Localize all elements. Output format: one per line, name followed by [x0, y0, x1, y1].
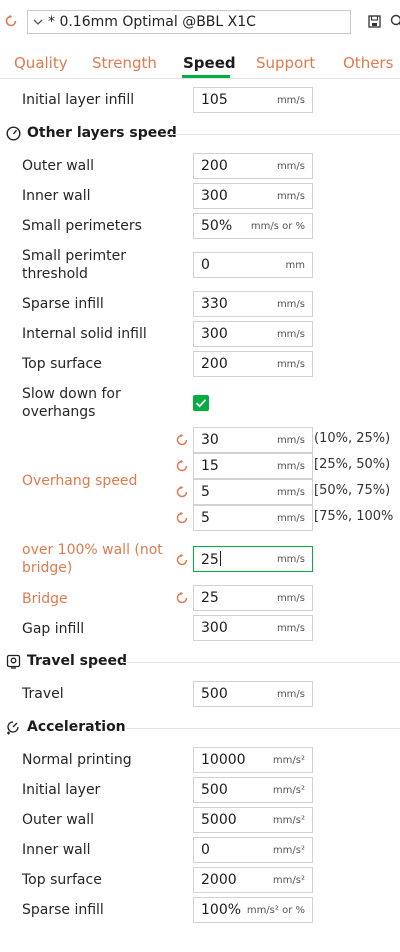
outer-wall-accel-label: Outer wall — [22, 812, 95, 828]
travel-speed-label: Travel — [22, 686, 64, 702]
normal-printing-accel-label: Normal printing — [22, 752, 132, 768]
internal-solid-infill-input[interactable]: 300 mm/s — [193, 321, 313, 347]
sparse-infill-speed-input[interactable]: 330 mm/s — [193, 291, 313, 317]
section-divider — [168, 134, 400, 135]
small-perimeter-threshold-label: Small perimter threshold — [22, 248, 126, 282]
outer-wall-accel-input[interactable]: 5000 mm/s² — [193, 807, 313, 833]
overhang-speed-3-input[interactable]: 5 mm/s — [193, 479, 313, 505]
inner-wall-speed-input[interactable]: 300 mm/s — [193, 183, 313, 209]
small-perimeter-threshold-input[interactable]: 0 mm — [193, 252, 313, 278]
small-perimeters-input[interactable]: 50% mm/s or % — [193, 213, 313, 239]
inner-wall-speed-label: Inner wall — [22, 188, 91, 204]
over-100-wall-input[interactable]: 25 mm/s — [193, 546, 313, 572]
gap-infill-input[interactable]: 300 mm/s — [193, 615, 313, 641]
section-divider — [126, 728, 400, 729]
normal-printing-accel-input[interactable]: 10000 mm/s² — [193, 747, 313, 773]
overhang-speed-1-input[interactable]: 30 mm/s — [193, 427, 313, 453]
gap-infill-label: Gap infill — [22, 621, 85, 637]
save-icon[interactable] — [368, 15, 381, 28]
initial-layer-accel-label: Initial layer — [22, 782, 101, 798]
reset-icon[interactable] — [175, 553, 189, 567]
overhang-range-1: (10%, 25%) — [314, 431, 391, 446]
tab-support[interactable]: Support — [256, 54, 315, 72]
slow-down-overhangs-checkbox[interactable] — [193, 395, 209, 411]
over-100-wall-label: over 100% wall (not bridge) — [22, 542, 163, 576]
outer-wall-speed-input[interactable]: 200 mm/s — [193, 153, 313, 179]
preset-bar: * 0.16mm Optimal @BBL X1C — [0, 0, 400, 46]
slow-down-overhangs-label: Slow down for overhangs — [22, 386, 121, 420]
bridge-speed-input[interactable]: 25 mm/s — [193, 585, 313, 611]
chevron-down-icon — [33, 19, 43, 25]
sparse-infill-accel-label: Sparse infill — [22, 902, 104, 918]
checkmark-icon — [195, 399, 207, 408]
small-perimeters-label: Small perimeters — [22, 218, 142, 234]
tab-quality[interactable]: Quality — [14, 54, 68, 72]
outer-wall-speed-label: Outer wall — [22, 158, 95, 174]
top-surface-speed-input[interactable]: 200 mm/s — [193, 351, 313, 377]
top-surface-accel-input[interactable]: 2000 mm/s² — [193, 867, 313, 893]
travel-icon — [6, 654, 21, 669]
tab-divider — [0, 78, 400, 79]
overhang-speed-2-input[interactable]: 15 mm/s — [193, 453, 313, 479]
internal-solid-infill-label: Internal solid infill — [22, 326, 147, 342]
acceleration-icon — [7, 721, 19, 735]
reset-icon[interactable] — [175, 459, 189, 473]
reset-icon[interactable] — [175, 511, 189, 525]
tab-strength[interactable]: Strength — [92, 54, 157, 72]
inner-wall-accel-input[interactable]: 0 mm/s² — [193, 837, 313, 863]
sparse-infill-accel-input[interactable]: 100% mm/s² or % — [193, 897, 313, 923]
preset-dropdown[interactable]: * 0.16mm Optimal @BBL X1C — [27, 10, 351, 34]
section-divider — [122, 662, 400, 663]
reset-icon[interactable] — [175, 591, 189, 605]
initial-layer-infill-label: Initial layer infill — [22, 92, 135, 108]
tab-speed[interactable]: Speed — [183, 54, 236, 72]
reset-icon[interactable] — [175, 433, 189, 447]
preset-name: * 0.16mm Optimal @BBL X1C — [48, 14, 256, 30]
bridge-speed-label: Bridge — [22, 591, 68, 607]
speedometer-icon — [6, 126, 21, 141]
top-surface-accel-label: Top surface — [22, 872, 102, 888]
initial-layer-accel-input[interactable]: 500 mm/s² — [193, 777, 313, 803]
initial-layer-infill-input[interactable]: 105 mm/s — [193, 87, 313, 113]
tab-others[interactable]: Others — [343, 54, 393, 72]
top-surface-speed-label: Top surface — [22, 356, 102, 372]
reset-icon[interactable] — [175, 485, 189, 499]
reset-icon[interactable] — [4, 14, 18, 28]
overhang-speed-label: Overhang speed — [22, 473, 138, 489]
sparse-infill-speed-label: Sparse infill — [22, 296, 104, 312]
overhang-range-3: [50%, 75%) — [314, 483, 391, 498]
travel-speed-input[interactable]: 500 mm/s — [193, 681, 313, 707]
overhang-range-4: [75%, 100% — [314, 509, 394, 524]
inner-wall-accel-label: Inner wall — [22, 842, 91, 858]
search-icon[interactable] — [390, 14, 400, 28]
overhang-range-2: [25%, 50%) — [314, 457, 391, 472]
overhang-speed-4-input[interactable]: 5 mm/s — [193, 505, 313, 531]
